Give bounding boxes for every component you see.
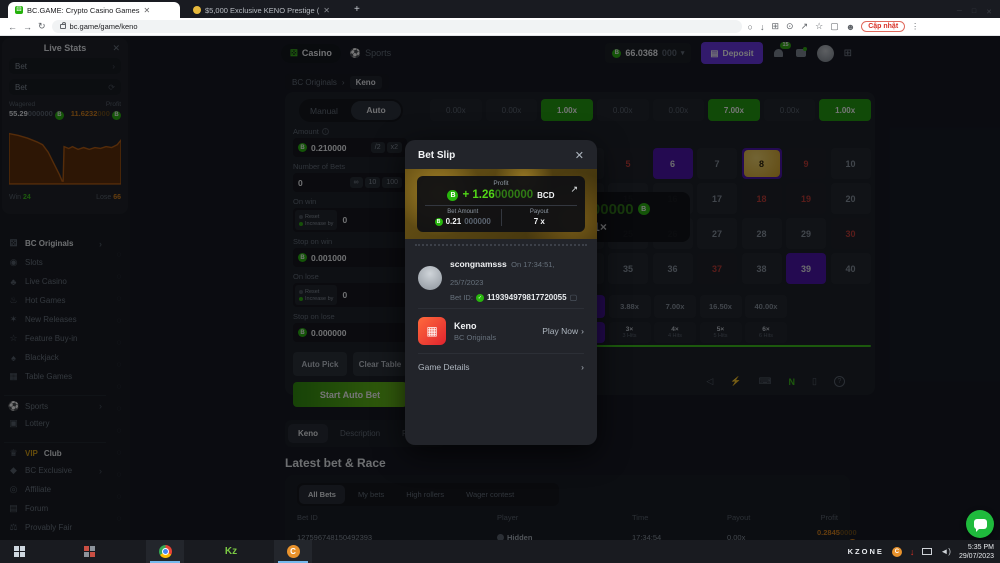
chevron-right-icon: › (581, 326, 584, 336)
tiles-app-icon (84, 546, 95, 557)
bet-amount-block: Bet Amount B0.21000000 (425, 209, 501, 226)
coin-app-icon: C (287, 545, 300, 558)
window-controls[interactable]: ─□✕ (949, 6, 1000, 18)
bet-slip-modal: Bet Slip ✕ Profit ↗ B + 1.26000000 BCD B… (405, 140, 597, 445)
back-icon[interactable]: ← (8, 22, 17, 32)
payout-block: Payout 7 x (501, 209, 578, 226)
close-icon[interactable]: ✕ (575, 149, 584, 162)
play-now-link[interactable]: Play Now› (542, 326, 584, 336)
chat-bubble-icon (974, 519, 987, 529)
profit-card: Profit ↗ B + 1.26000000 BCD Bet Amount B… (417, 176, 585, 232)
taskbar-app-coin[interactable]: C (274, 540, 312, 563)
volume-icon[interactable]: ◄) (940, 547, 951, 556)
toolbar-icon[interactable]: ▢ (830, 21, 839, 32)
chevron-right-icon: › (581, 362, 584, 372)
reload-icon[interactable]: ↻ (38, 21, 46, 32)
chrome-update-button[interactable]: Cập nhật (861, 21, 905, 32)
tab-title: $5,000 Exclusive KENO Prestige ( (205, 6, 319, 15)
toolbar-icon[interactable]: ☻ (846, 22, 855, 32)
taskbar-app-tiles[interactable] (70, 540, 108, 563)
lock-icon (60, 24, 66, 29)
username[interactable]: scongnamsss (450, 259, 507, 269)
bet-slip-title: Bet Slip (418, 150, 455, 161)
toolbar-icon[interactable]: ○ (748, 22, 753, 32)
chrome-icon (159, 545, 172, 558)
share-icon[interactable]: ↗ (570, 184, 578, 195)
toolbar-action-icons: ○ ↓ ⊞ ⊙ ↗ ☆ ▢ ☻ (748, 21, 856, 32)
browser-tab-active[interactable]: ⚄ BC.GAME: Crypto Casino Games ✕ (8, 2, 180, 18)
forward-icon[interactable]: → (23, 22, 32, 32)
network-icon[interactable] (922, 548, 932, 555)
tab-title: BC.GAME: Crypto Casino Games (27, 6, 140, 15)
taskbar-app-chrome[interactable] (146, 540, 184, 563)
new-tab-button[interactable]: + (354, 2, 360, 18)
profit-ticket: Profit ↗ B + 1.26000000 BCD Bet Amount B… (405, 169, 597, 239)
clock-date: 29/07/2023 (959, 552, 994, 561)
game-link-row[interactable]: ▦ Keno BC Originals Play Now› (405, 309, 597, 353)
profit-label: Profit (425, 180, 577, 187)
bcd-coin-icon: B (447, 190, 458, 201)
copy-icon[interactable]: ▢ (570, 293, 578, 302)
user-avatar[interactable] (418, 266, 442, 290)
bet-id-value: 119394979817720055 (487, 293, 567, 302)
idm-download-icon[interactable]: ↓ (910, 547, 915, 557)
url-text: bc.game/game/keno (70, 22, 138, 31)
menu-kebab-icon[interactable]: ⋮ (911, 22, 919, 31)
promo-favicon (193, 6, 201, 14)
payout-label: Payout (502, 209, 578, 215)
address-bar[interactable]: bc.game/game/keno (52, 20, 742, 33)
tab-close-icon[interactable]: ✕ (144, 6, 151, 15)
support-chat-button[interactable] (966, 510, 994, 538)
bet-id-label: Bet ID: (450, 293, 473, 302)
bcgame-favicon: ⚄ (15, 6, 23, 14)
toolbar-icon[interactable]: ⊙ (786, 21, 794, 32)
browser-toolbar: ← → ↻ bc.game/game/keno ○ ↓ ⊞ ⊙ ↗ ☆ ▢ ☻ Cập nhậ… (0, 18, 1000, 36)
toolbar-icon[interactable]: ↓ (760, 22, 765, 32)
profit-value: + 1.26000000 (462, 189, 533, 201)
system-tray: KZONE C ↓ ◄) 5:35 PM 29/07/2023 (848, 543, 1000, 561)
browser-tab-strip: ⚄ BC.GAME: Crypto Casino Games ✕ $5,000 … (0, 0, 1000, 18)
bet-id-line: Bet ID: ✓ 119394979817720055 ▢ (450, 293, 584, 302)
tray-coin-icon[interactable]: C (892, 547, 902, 557)
bet-amount-label: Bet Amount (425, 209, 501, 215)
currency-label: BCD (537, 191, 554, 200)
toolbar-icon[interactable]: ⊞ (771, 21, 779, 32)
start-button[interactable] (0, 540, 38, 563)
clock-time: 5:35 PM (959, 543, 994, 552)
keno-game-icon: ▦ (418, 317, 446, 345)
toolbar-icon[interactable]: ☆ (815, 21, 823, 32)
browser-tab-inactive[interactable]: $5,000 Exclusive KENO Prestige ( ✕ (186, 2, 346, 18)
game-details-row[interactable]: Game Details › (405, 354, 597, 380)
game-details-label: Game Details (418, 362, 470, 372)
kzone-label: KZONE (848, 547, 884, 556)
kz-app-icon: Kz (225, 546, 237, 557)
game-provider: BC Originals (454, 333, 496, 342)
tab-close-icon[interactable]: ✕ (323, 6, 330, 15)
bet-user-row: scongnamsss On 17:34:51, 25/7/2023 Bet I… (405, 246, 597, 308)
windows-taskbar: Kz C KZONE C ↓ ◄) 5:35 PM 29/07/2023 (0, 540, 1000, 563)
taskbar-clock[interactable]: 5:35 PM 29/07/2023 (959, 543, 994, 561)
game-name: Keno (454, 321, 496, 331)
taskbar-app-kz[interactable]: Kz (212, 540, 250, 563)
bcd-coin-icon: B (435, 218, 443, 226)
windows-logo-icon (14, 546, 25, 557)
verified-shield-icon: ✓ (476, 294, 484, 302)
toolbar-icon[interactable]: ↗ (801, 21, 809, 32)
